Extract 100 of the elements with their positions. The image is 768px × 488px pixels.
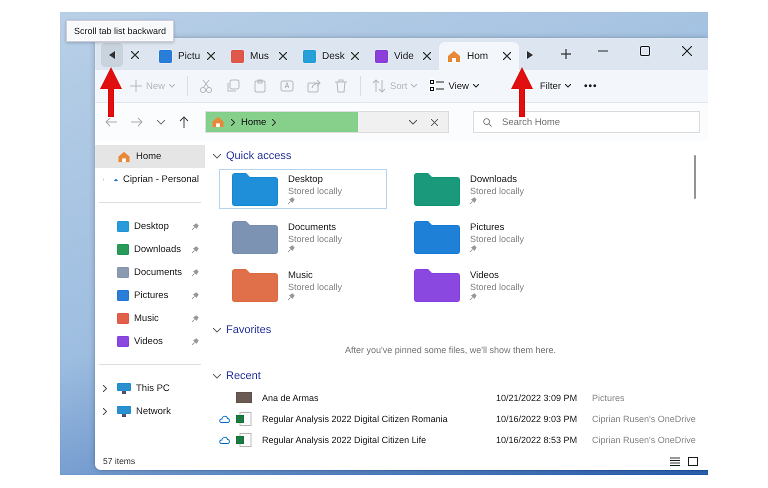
close-icon[interactable] (279, 52, 287, 60)
section-header[interactable]: Favorites (213, 319, 708, 341)
section-header[interactable]: Recent (213, 365, 708, 387)
plus-icon (130, 80, 142, 92)
folder-tile[interactable]: Music Stored locally (219, 265, 387, 305)
tab[interactable]: Vide (367, 42, 439, 70)
item-count: 57 items (103, 456, 136, 466)
home-icon (447, 50, 461, 62)
tab-icon (231, 50, 244, 62)
details-view-icon[interactable] (670, 456, 680, 466)
sidebar-item[interactable]: Desktop (95, 215, 205, 238)
sidebar-item[interactable]: Music (95, 307, 205, 330)
breadcrumb-item[interactable]: Home (241, 116, 266, 128)
close-icon[interactable] (207, 52, 215, 60)
clipboard-icon (253, 79, 268, 93)
folder-tile[interactable]: Downloads Stored locally (401, 169, 569, 209)
chevron-down-icon (213, 374, 221, 378)
sidebar-item[interactable]: Home (95, 145, 205, 168)
section-header[interactable]: Quick access (213, 145, 708, 167)
tab[interactable]: Desk (295, 42, 367, 70)
caret-icon (565, 84, 571, 88)
sidebar-item[interactable]: Network (95, 400, 205, 423)
close-icon[interactable] (431, 118, 438, 126)
view-button[interactable]: View (424, 76, 485, 96)
sidebar-item[interactable]: Downloads (95, 238, 205, 261)
pin-icon[interactable] (192, 315, 199, 322)
recent-file-row[interactable]: Regular Analysis 2022 Digital Citizen Life 10/16/2022 8:53 PM Ciprian Rusen's OneDrive (213, 429, 708, 450)
pin-icon (470, 293, 477, 300)
chevron-down-icon[interactable] (409, 120, 417, 124)
pin-icon (470, 245, 477, 252)
close-icon[interactable] (131, 51, 139, 59)
view-icon (430, 80, 444, 92)
caret-left-icon (109, 51, 115, 59)
chevron-right-icon[interactable] (103, 385, 107, 392)
pointer-arrow (100, 67, 122, 117)
empty-message: After you've pinned some files, we'll show them here. (344, 345, 558, 355)
tab-icon (303, 50, 316, 62)
close-icon[interactable] (423, 52, 431, 60)
caret-icon (472, 84, 479, 88)
trash-icon (334, 79, 348, 93)
close-icon[interactable] (503, 52, 511, 60)
spreadsheet-icon (236, 432, 252, 446)
scroll-back-button[interactable] (101, 43, 123, 67)
search-icon (483, 118, 492, 127)
pin-icon[interactable] (192, 246, 199, 253)
recent-file-row[interactable]: Regular Analysis 2022 Digital Citizen Romania 10/16/2022 9:03 PM Ciprian Rusen's OneDrive (213, 408, 708, 429)
home-icon (117, 150, 131, 162)
recent-file-row[interactable]: Ana de Armas 10/21/2022 3:09 PM Pictures (213, 387, 708, 408)
pin-icon[interactable] (192, 338, 199, 345)
sidebar-item[interactable]: This PC (95, 377, 205, 400)
chevron-down-icon (213, 328, 221, 332)
chevron-down-icon[interactable] (157, 120, 165, 124)
caret-right-icon (527, 51, 533, 59)
sidebar-item[interactable]: Pictures (95, 284, 205, 307)
chevron-right-icon (231, 118, 235, 126)
share-icon (307, 79, 322, 93)
pin-icon[interactable] (192, 292, 199, 299)
tab-icon (159, 50, 172, 62)
more-button[interactable]: ••• (578, 76, 604, 96)
search-field[interactable]: Search Home (473, 111, 700, 133)
tab[interactable]: Hom (439, 42, 519, 70)
folder-tile[interactable]: Pictures Stored locally (401, 217, 569, 257)
pointer-arrow (511, 67, 533, 117)
pin-icon (288, 245, 295, 252)
monitor-icon (117, 406, 131, 417)
close-icon[interactable] (682, 46, 692, 56)
rename-icon (280, 79, 294, 93)
sidebar-item[interactable]: Ciprian - Personal (95, 168, 205, 191)
folder-tile[interactable]: Desktop Stored locally (219, 169, 387, 209)
pin-icon[interactable] (192, 269, 199, 276)
photo-placeholder (236, 392, 252, 403)
new-tab-icon[interactable] (561, 49, 571, 59)
pin-icon (288, 293, 295, 300)
sort-icon (372, 79, 386, 93)
spreadsheet-icon (236, 412, 252, 426)
sidebar-item[interactable]: Documents (95, 261, 205, 284)
address-bar[interactable]: Home (205, 111, 449, 133)
pin-icon (288, 197, 295, 204)
tab[interactable]: Mus (223, 42, 295, 70)
tooltip: Scroll tab list backward (66, 20, 174, 42)
filter-button[interactable]: Filter (534, 76, 577, 96)
scrollbar[interactable] (694, 155, 696, 199)
chevron-down-icon (213, 154, 221, 158)
sidebar-item[interactable]: Videos (95, 330, 205, 353)
up-arrow-icon[interactable] (179, 116, 189, 128)
monitor-icon (117, 383, 131, 394)
folder-tile[interactable]: Documents Stored locally (219, 217, 387, 257)
chevron-right-icon (272, 118, 276, 126)
folder-tile[interactable]: Videos Stored locally (401, 265, 569, 305)
tab[interactable]: Pictu (151, 42, 223, 70)
caret-icon (411, 84, 418, 88)
tab-icon (375, 50, 388, 62)
chevron-right-icon[interactable] (103, 408, 107, 415)
scissors-icon (199, 79, 214, 93)
tiles-view-icon[interactable] (688, 456, 698, 466)
close-icon[interactable] (351, 52, 359, 60)
maximize-icon[interactable] (640, 46, 650, 56)
pin-icon[interactable] (192, 223, 199, 230)
pin-icon (470, 197, 477, 204)
home-icon (211, 116, 225, 128)
